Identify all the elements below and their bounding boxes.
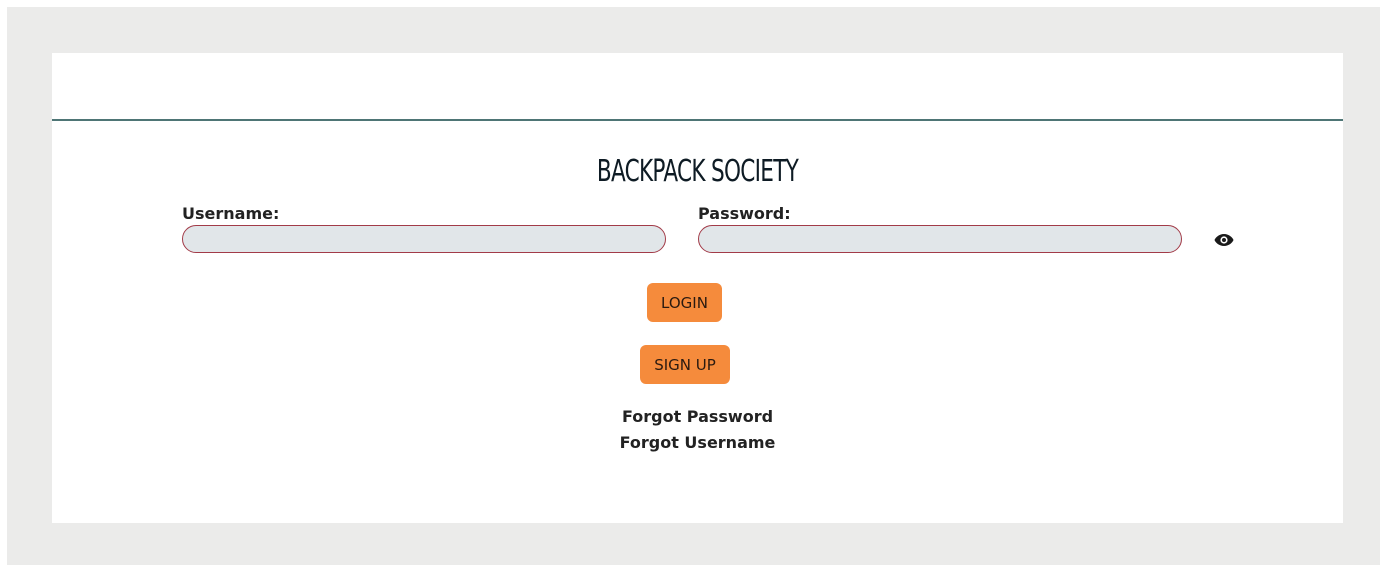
page-background: BACKPACK SOCIETY Username: Password: LOG… (7, 7, 1380, 565)
password-field[interactable] (698, 225, 1182, 253)
login-card: BACKPACK SOCIETY Username: Password: LOG… (52, 53, 1343, 523)
page-title: BACKPACK SOCIETY (596, 154, 799, 189)
username-field[interactable] (182, 225, 666, 253)
eye-icon-graphic (1214, 234, 1234, 246)
forgot-password-link[interactable]: Forgot Password (52, 407, 1343, 426)
eye-icon[interactable] (1212, 230, 1236, 250)
username-label: Username: (182, 204, 280, 223)
sign-up-button[interactable]: SIGN UP (640, 345, 730, 384)
header-divider (52, 119, 1343, 121)
password-label: Password: (698, 204, 791, 223)
login-button[interactable]: LOGIN (647, 283, 722, 322)
forgot-username-link[interactable]: Forgot Username (52, 433, 1343, 452)
